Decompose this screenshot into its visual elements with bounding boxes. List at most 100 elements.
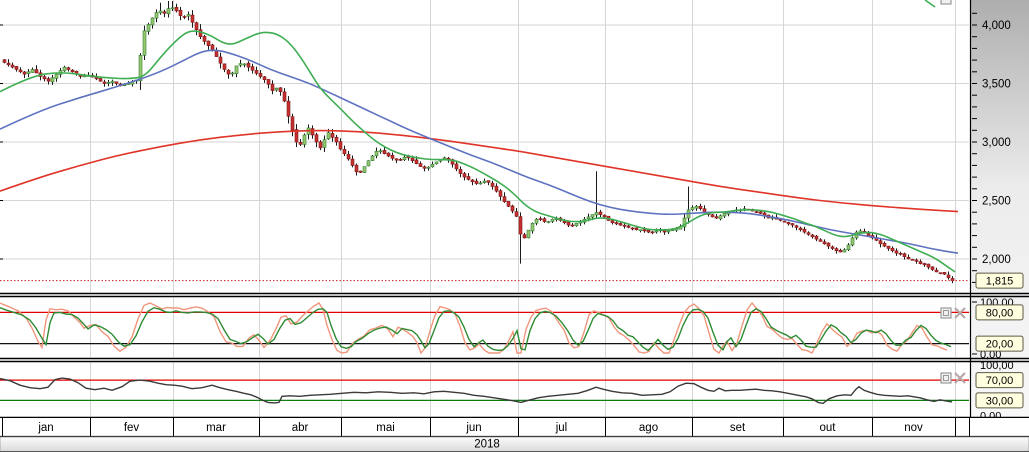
candle-body [898, 252, 903, 255]
restore-icon[interactable] [940, 0, 952, 5]
restore-icon[interactable] [940, 307, 952, 319]
candle-body [162, 11, 167, 14]
candle-body [826, 242, 831, 247]
candle-body [890, 247, 895, 252]
candle-body [614, 222, 619, 225]
candle-body [374, 151, 379, 157]
candle-body [10, 64, 15, 68]
candle-body [650, 231, 655, 234]
candle-body [290, 116, 295, 131]
candle-body [246, 62, 251, 68]
candle-body [630, 227, 635, 230]
candle-body [346, 154, 351, 160]
trading-chart-window: 4,000 3,500 3,000 2,500 2,000 100,00 0,00 80,00… [0, 0, 1029, 452]
candle-body [566, 221, 571, 226]
candle-body [210, 44, 215, 50]
candle-body [194, 22, 199, 30]
candle-body [2, 59, 7, 63]
candle-body [622, 224, 627, 227]
candle-body [894, 250, 899, 254]
candle-body [434, 161, 439, 165]
candle-body [362, 166, 367, 173]
candle-body [502, 196, 507, 202]
candle-body [534, 218, 539, 224]
candle-body [30, 69, 35, 73]
candle-body [390, 155, 395, 159]
stoch-upper-label-value: 80,00 [986, 307, 1014, 319]
candle-body [282, 91, 287, 102]
candle-body [462, 173, 467, 178]
restore-icon-outer [940, 307, 952, 319]
candle-body [190, 14, 195, 23]
candle-body [590, 214, 595, 218]
candle-body [926, 263, 931, 268]
candle-body [654, 230, 659, 233]
candle-body [662, 230, 667, 233]
candle-body [802, 228, 807, 233]
candle-body [42, 76, 47, 80]
candle-body [542, 218, 547, 222]
restore-icon-outer [940, 372, 952, 384]
candle-body [110, 80, 115, 83]
stoch-lower-label-value: 20,00 [986, 339, 1014, 351]
year-label: 2018 [474, 439, 500, 451]
month-label-jan: jan [37, 422, 53, 434]
candle-body [342, 149, 347, 155]
candle-body [510, 205, 515, 212]
candle-body [518, 216, 523, 235]
candle-body [822, 241, 827, 245]
candle-body [202, 36, 207, 42]
candle-body [922, 263, 927, 266]
candle-body [250, 66, 255, 71]
candle-body [238, 63, 243, 66]
candle-body [298, 141, 303, 145]
candle-body [638, 229, 643, 232]
candle-body [714, 216, 719, 219]
candle-body [454, 163, 459, 170]
candle-body [702, 208, 707, 213]
candle-body [830, 246, 835, 249]
candle-body [70, 69, 75, 73]
candle-body [394, 158, 399, 161]
candle-body [318, 141, 323, 149]
price-axis-value: 3,500 [982, 79, 1011, 91]
candle-body [626, 225, 631, 228]
candle-body [850, 237, 855, 246]
candle-body [942, 272, 947, 275]
candle-body [234, 65, 239, 74]
candle-body [34, 69, 39, 74]
candle-body [270, 83, 275, 91]
candle-body [266, 79, 271, 85]
candle-body [882, 242, 887, 247]
candle-body [354, 164, 359, 173]
candle-body [230, 72, 235, 75]
candle-body [46, 78, 51, 82]
candle-body [418, 163, 423, 167]
candle-body [154, 12, 159, 19]
month-label-abr: abr [292, 422, 309, 434]
restore-icon[interactable] [940, 372, 952, 384]
candle-body [274, 87, 279, 91]
candle-body [718, 215, 723, 220]
candle-body [254, 70, 259, 74]
price-axis-value: 2,000 [982, 254, 1011, 266]
month-label-jul: jul [555, 422, 568, 434]
generated-chart-layers: 4,0003,5003,0002,5002,000100,000,0080,00… [0, 0, 1029, 452]
candle-body [366, 160, 371, 167]
candle-body [946, 274, 951, 279]
candle-body [430, 163, 435, 168]
candle-body [598, 211, 603, 215]
candle-body [810, 234, 815, 238]
chart-canvas[interactable]: 4,0003,5003,0002,5002,000100,000,0080,00… [0, 0, 1029, 452]
candle-body [174, 6, 179, 12]
candle-body [426, 166, 431, 169]
candle-body [814, 235, 819, 240]
year-row-background [0, 436, 1029, 452]
price-axis-value: 4,000 [982, 20, 1011, 32]
candle-body [258, 73, 263, 77]
candle-body [786, 222, 791, 225]
candle-body [146, 24, 151, 32]
candle-body [6, 62, 11, 66]
month-label-mai: mai [376, 422, 395, 434]
candle-body [610, 220, 615, 224]
